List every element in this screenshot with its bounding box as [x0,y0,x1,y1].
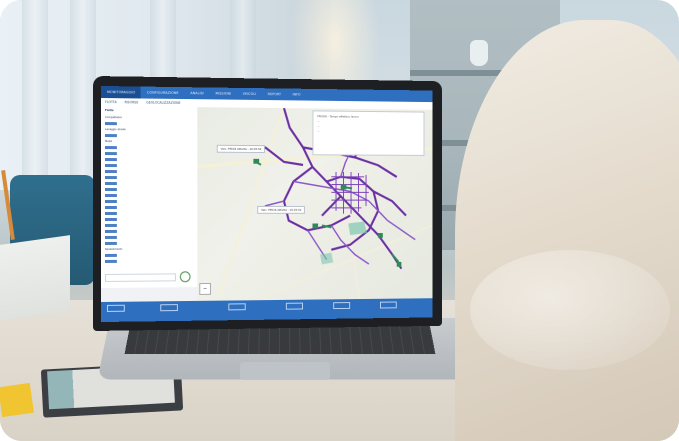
status-field [228,303,246,311]
vehicle-badge [104,211,117,215]
status-field [380,301,397,309]
subtab-geolocalizzazione[interactable]: GEOLOCALIZZAZIONE [142,101,184,105]
tree-group[interactable]: Lavaggio strade [105,128,126,131]
sidebar-footer [101,287,199,302]
vehicle-badge [104,241,117,245]
tree-item[interactable] [104,152,119,156]
vehicle-badge [104,205,117,209]
laptop-screen: MONITORAGGIO CONFIGURAZIONE ANALISI MISS… [101,86,433,322]
tree-item[interactable] [104,259,119,264]
tab-missioni[interactable]: MISSIONI [210,91,237,96]
vehicle-badge [104,134,117,138]
vehicle-badge [104,188,117,192]
vehicle-badge [104,176,117,180]
info-line: — [317,129,320,133]
tree-item[interactable] [104,229,119,234]
tab-monitoraggio[interactable]: MONITORAGGIO [101,86,142,99]
curtain [22,0,48,180]
vehicle-info-panel[interactable]: FP0000 - Tempo effettivo lavoro — — — [312,110,425,156]
paper-tray [0,235,70,320]
photo-scene: MONITORAGGIO CONFIGURAZIONE ANALISI MISS… [0,0,679,441]
zoom-out-button[interactable]: − [199,282,211,295]
vehicle-callout[interactable]: Veic. FP016 Attivita - 10:25:52 [216,144,266,153]
tree-item[interactable] [104,211,119,216]
search-icon[interactable] [179,271,191,283]
tree-item[interactable] [104,223,119,228]
vehicle-badge [104,217,117,221]
sticky-notes [0,382,34,418]
subtab-risorse[interactable]: RISORSE [121,100,143,104]
tree-item[interactable] [104,235,119,240]
tab-configurazione[interactable]: CONFIGURAZIONE [141,91,184,96]
vehicle-badge [104,122,117,126]
tree-item[interactable] [104,205,119,210]
tree-item[interactable] [104,200,119,204]
tree-item[interactable] [104,188,119,192]
info-line: — [317,125,320,128]
tree-item[interactable] [104,134,119,138]
vehicle-badge [104,200,117,204]
vehicle-badge [104,259,117,263]
vehicle-badge [104,194,117,198]
laptop-keyboard [124,326,436,354]
status-field [160,304,178,312]
status-field[interactable] [333,302,351,310]
status-field [106,304,125,312]
tree-item[interactable] [104,170,119,174]
tree-item[interactable] [104,146,119,150]
vehicle-callout[interactable]: Veic. FP016 Attivita - 10:25:52 [257,205,306,214]
vehicle-badge [104,182,117,186]
tree-item[interactable] [104,241,119,246]
vehicle-badge [104,146,117,150]
tree-item[interactable] [104,194,119,198]
status-field [285,302,303,310]
tab-analisi[interactable]: ANALISI [184,91,209,95]
info-line: — [317,120,320,124]
tree-group[interactable]: Spazzamento [105,248,122,251]
subtab-flotta[interactable]: FLOTTA [101,100,121,104]
tree-item[interactable] [104,158,119,162]
vehicle-badge [104,223,117,227]
trackpad [240,362,330,380]
sidebar-search-input[interactable] [104,273,176,282]
vehicle-badge [104,164,117,168]
vehicle-badge [104,235,117,239]
tree-group[interactable]: Compattatori [105,116,122,119]
fleet-sidebar: Flotta Compattatori Lavaggio strade Mezz… [101,106,199,288]
tree-item[interactable] [104,182,119,186]
vehicle-badge [104,158,117,162]
vehicle-badge [104,170,117,174]
sleeve-highlight [470,250,670,370]
tree-item[interactable] [104,164,119,168]
tree-title[interactable]: Flotta [105,109,114,112]
tab-veicoli[interactable]: VEICOLI [237,92,262,96]
tab-info[interactable]: INFO [287,92,307,97]
vase [470,40,488,66]
vehicle-badge [104,253,117,257]
tab-report[interactable]: REPORT [262,92,287,96]
tree-item[interactable] [104,253,119,258]
tree-item[interactable] [104,122,119,126]
info-panel-title: FP0000 - Tempo effettivo lavoro [317,114,360,119]
vehicle-badge [104,152,117,156]
tree-item[interactable] [104,217,119,222]
tree-item[interactable] [104,176,119,180]
vehicle-badge [104,229,117,233]
tree-group[interactable]: Mezzi [105,140,112,143]
